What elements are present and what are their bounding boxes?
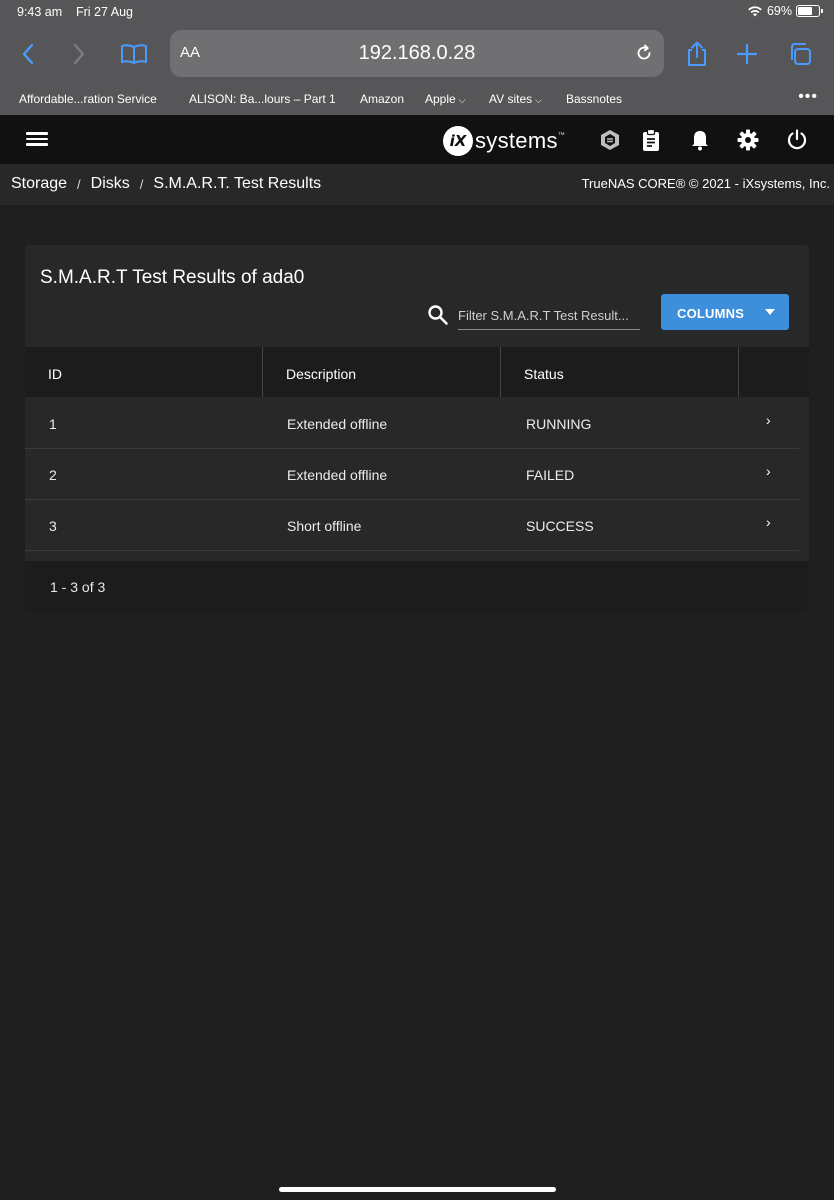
- chevron-right-icon: [73, 43, 85, 65]
- share-button[interactable]: [681, 38, 713, 70]
- breadcrumb-storage[interactable]: Storage: [11, 175, 67, 193]
- home-indicator[interactable]: [279, 1187, 556, 1192]
- expand-arrow-icon[interactable]: ›: [766, 412, 771, 428]
- menu-icon[interactable]: [26, 129, 48, 149]
- cell-description: Extended offline: [287, 416, 388, 432]
- table-row[interactable]: 2 Extended offline FAILED ›: [25, 449, 799, 500]
- columns-button[interactable]: COLUMNS: [661, 294, 789, 330]
- new-tab-button[interactable]: [731, 38, 763, 70]
- tabs-icon: [791, 43, 811, 65]
- chevron-down-icon: ⌵: [535, 95, 542, 105]
- breadcrumb-disks[interactable]: Disks: [91, 175, 130, 193]
- bookmarks-button[interactable]: [118, 38, 150, 70]
- chevron-left-icon: [22, 43, 34, 65]
- expand-arrow-icon[interactable]: ›: [766, 463, 771, 479]
- url-text[interactable]: 192.168.0.28: [170, 42, 664, 65]
- logo-mark: iX: [443, 126, 473, 156]
- forward-button[interactable]: [63, 38, 95, 70]
- breadcrumb-separator: /: [139, 176, 144, 192]
- more-icon[interactable]: •••: [798, 88, 818, 106]
- table-row[interactable]: 1 Extended offline RUNNING ›: [25, 398, 799, 449]
- reload-icon[interactable]: [634, 43, 654, 63]
- logo-text: systems: [475, 128, 558, 153]
- caret-down-icon: [765, 309, 775, 315]
- app-topbar: iX systems ™: [0, 115, 834, 164]
- status-date: Fri 27 Aug: [76, 5, 133, 19]
- chevron-down-icon: ⌵: [458, 95, 466, 105]
- address-bar[interactable]: AA 192.168.0.28: [170, 30, 664, 77]
- filter-field: [458, 303, 640, 330]
- cell-description: Short offline: [287, 518, 362, 534]
- cell-status: SUCCESS: [526, 518, 594, 534]
- copyright-text: TrueNAS CORE® © 2021 - iXsystems, Inc.: [581, 176, 830, 191]
- card-title: S.M.A.R.T Test Results of ada0: [40, 267, 305, 288]
- battery-percent: 69%: [766, 4, 792, 18]
- gear-icon[interactable]: [736, 128, 760, 152]
- cell-id: 2: [49, 467, 57, 483]
- truecommand-icon[interactable]: [598, 128, 622, 152]
- plus-icon: [736, 43, 758, 65]
- breadcrumb-bar: Storage / Disks / S.M.A.R.T. Test Result…: [0, 164, 834, 205]
- bookmark-item[interactable]: Bassnotes: [566, 92, 622, 106]
- table-row[interactable]: 3 Short offline SUCCESS ›: [25, 500, 799, 551]
- table-header: ID Description Status: [25, 347, 809, 397]
- back-button[interactable]: [12, 38, 44, 70]
- pagination-range: 1 - 3 of 3: [50, 579, 106, 595]
- battery-icon: [796, 5, 823, 17]
- cell-id: 3: [49, 518, 57, 534]
- favorites-bar: Affordable...ration Service ALISON: Ba..…: [0, 88, 834, 110]
- expand-arrow-icon[interactable]: ›: [766, 514, 771, 530]
- search-icon: [428, 305, 448, 325]
- table-footer: 1 - 3 of 3: [25, 561, 809, 612]
- bell-icon[interactable]: [688, 128, 712, 152]
- cell-status: RUNNING: [526, 416, 592, 432]
- column-header-status[interactable]: Status: [501, 347, 739, 397]
- results-table: ID Description Status 1 Extended offline…: [25, 347, 809, 551]
- bookmark-folder[interactable]: Apple ⌵: [425, 92, 466, 106]
- breadcrumb-current: S.M.A.R.T. Test Results: [153, 175, 322, 192]
- column-header-description[interactable]: Description: [263, 347, 501, 397]
- smart-results-card: S.M.A.R.T Test Results of ada0 COLUMNS I…: [25, 245, 809, 612]
- bookmark-item[interactable]: ALISON: Ba...lours – Part 1: [189, 92, 336, 106]
- bookmark-item[interactable]: Affordable...ration Service: [19, 92, 157, 106]
- power-icon[interactable]: [785, 128, 809, 152]
- cell-status: FAILED: [526, 467, 575, 483]
- ixsystems-logo[interactable]: iX systems ™: [443, 126, 565, 156]
- breadcrumb-separator: /: [77, 176, 81, 192]
- clipboard-icon[interactable]: [639, 128, 663, 152]
- tabs-button[interactable]: [784, 38, 816, 70]
- browser-chrome: 9:43 am Fri 27 Aug 69% AA 192.168.0.28 A…: [0, 0, 834, 115]
- wifi-icon: [748, 6, 762, 17]
- columns-label: COLUMNS: [677, 306, 745, 321]
- column-header-id[interactable]: ID: [25, 347, 263, 397]
- bookmark-folder[interactable]: AV sites ⌵: [489, 92, 542, 106]
- breadcrumb: Storage / Disks / S.M.A.R.T. Test Result…: [11, 175, 321, 193]
- status-time: 9:43 am: [17, 5, 63, 19]
- cell-id: 1: [49, 416, 57, 432]
- book-icon: [121, 44, 147, 64]
- filter-input[interactable]: [458, 303, 640, 327]
- cell-description: Extended offline: [287, 467, 388, 483]
- share-icon: [688, 41, 706, 66]
- status-bar: 9:43 am Fri 27 Aug 69%: [0, 0, 834, 24]
- bookmark-item[interactable]: Amazon: [360, 92, 404, 106]
